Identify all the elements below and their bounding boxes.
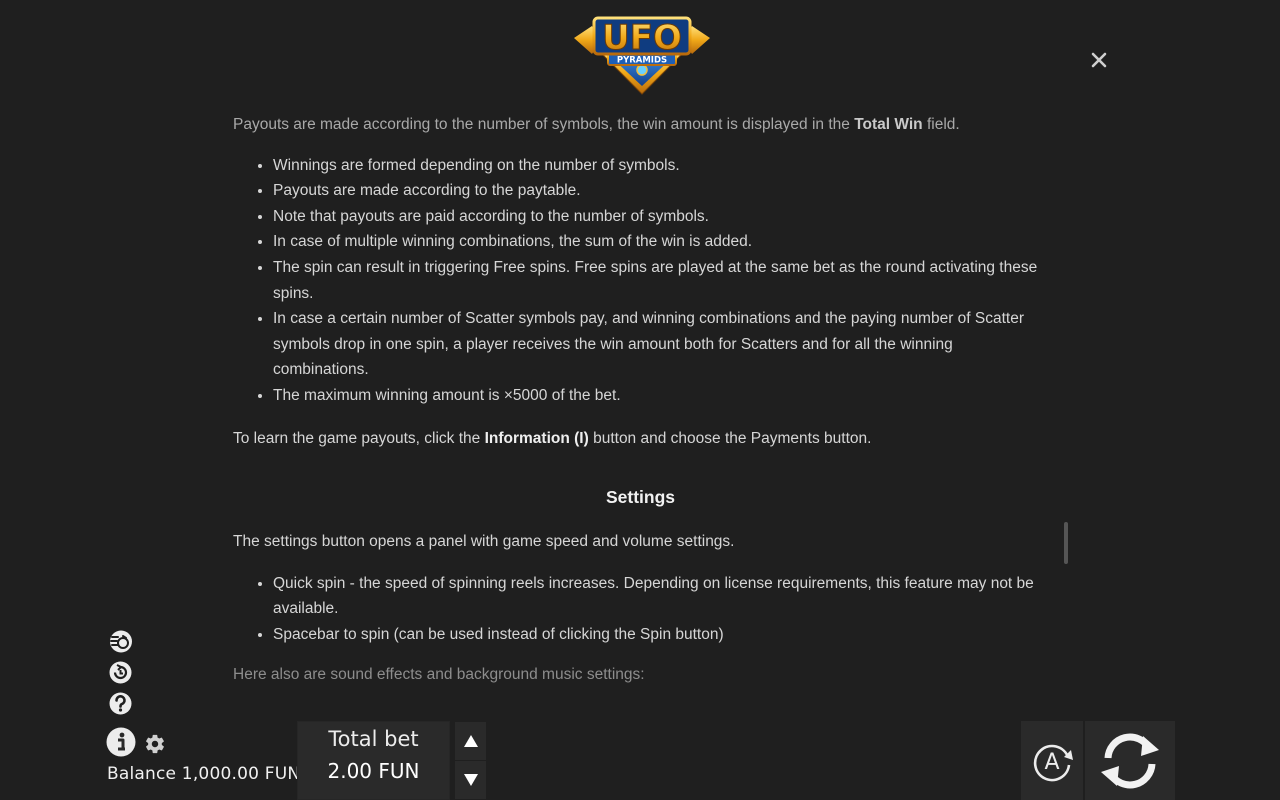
rules-content: Payouts are made according to the number… — [233, 112, 1048, 687]
ufo-pyramids-logo: UFO PYRAMIDS — [574, 16, 710, 95]
settings-list: Quick spin - the speed of spinning reels… — [233, 571, 1048, 648]
scrollbar-thumb[interactable] — [1064, 522, 1068, 564]
autoplay-button[interactable]: A — [1021, 721, 1083, 800]
turbo-icon — [110, 630, 132, 653]
history-icon — [109, 661, 132, 684]
spin-button[interactable] — [1085, 721, 1175, 800]
list-item: Spacebar to spin (can be used instead of… — [273, 622, 1048, 648]
list-item: Payouts are made according to the paytab… — [273, 178, 1048, 204]
help-button[interactable] — [107, 690, 134, 717]
turbo-button[interactable] — [107, 628, 134, 655]
total-bet-label: Total bet — [328, 727, 419, 751]
list-item: In case a certain number of Scatter symb… — [273, 306, 1048, 383]
learn-payouts-text: To learn the game payouts, click the Inf… — [233, 429, 872, 447]
bet-decrease-button[interactable] — [455, 761, 486, 799]
close-button[interactable] — [1086, 47, 1112, 73]
total-bet-panel: Total bet 2.00 FUN — [297, 721, 450, 800]
info-button[interactable] — [105, 726, 137, 758]
svg-text:PYRAMIDS: PYRAMIDS — [617, 56, 667, 66]
help-icon — [109, 692, 132, 715]
list-item: Winnings are formed depending on the num… — [273, 153, 1048, 179]
list-item: Quick spin - the speed of spinning reels… — [273, 571, 1048, 622]
payouts-intro: Payouts are made according to the number… — [233, 116, 960, 133]
sound-settings-text: Here also are sound effects and backgrou… — [233, 665, 645, 683]
total-bet-value: 2.00 FUN — [327, 759, 420, 783]
settings-heading: Settings — [605, 487, 676, 508]
close-icon — [1091, 52, 1107, 68]
paytable-overlay: UFO PYRAMIDS Payouts are made according … — [0, 0, 1280, 800]
history-button[interactable] — [107, 659, 134, 686]
autoplay-icon: A — [1033, 744, 1073, 781]
settings-button[interactable] — [144, 733, 166, 755]
bet-increase-button[interactable] — [455, 722, 486, 760]
list-item: The spin can result in triggering Free s… — [273, 255, 1048, 306]
list-item: The maximum winning amount is ×5000 of t… — [273, 383, 1048, 409]
spin-icon — [1101, 733, 1159, 788]
settings-description: The settings button opens a panel with g… — [233, 533, 735, 551]
balance-display: Balance 1,000.00 FUN — [107, 764, 301, 784]
payout-rules-list: Winnings are formed depending on the num… — [233, 153, 1048, 409]
info-icon — [106, 727, 136, 757]
autoplay-label: A — [1044, 750, 1059, 775]
gear-icon — [146, 734, 164, 754]
arrow-up-icon — [463, 735, 478, 747]
game-logo: UFO PYRAMIDS — [572, 12, 712, 96]
list-item: In case of multiple winning combinations… — [273, 229, 1048, 255]
list-item: Note that payouts are paid according to … — [273, 204, 1048, 230]
svg-text:UFO: UFO — [602, 18, 682, 58]
arrow-down-icon — [463, 774, 478, 786]
